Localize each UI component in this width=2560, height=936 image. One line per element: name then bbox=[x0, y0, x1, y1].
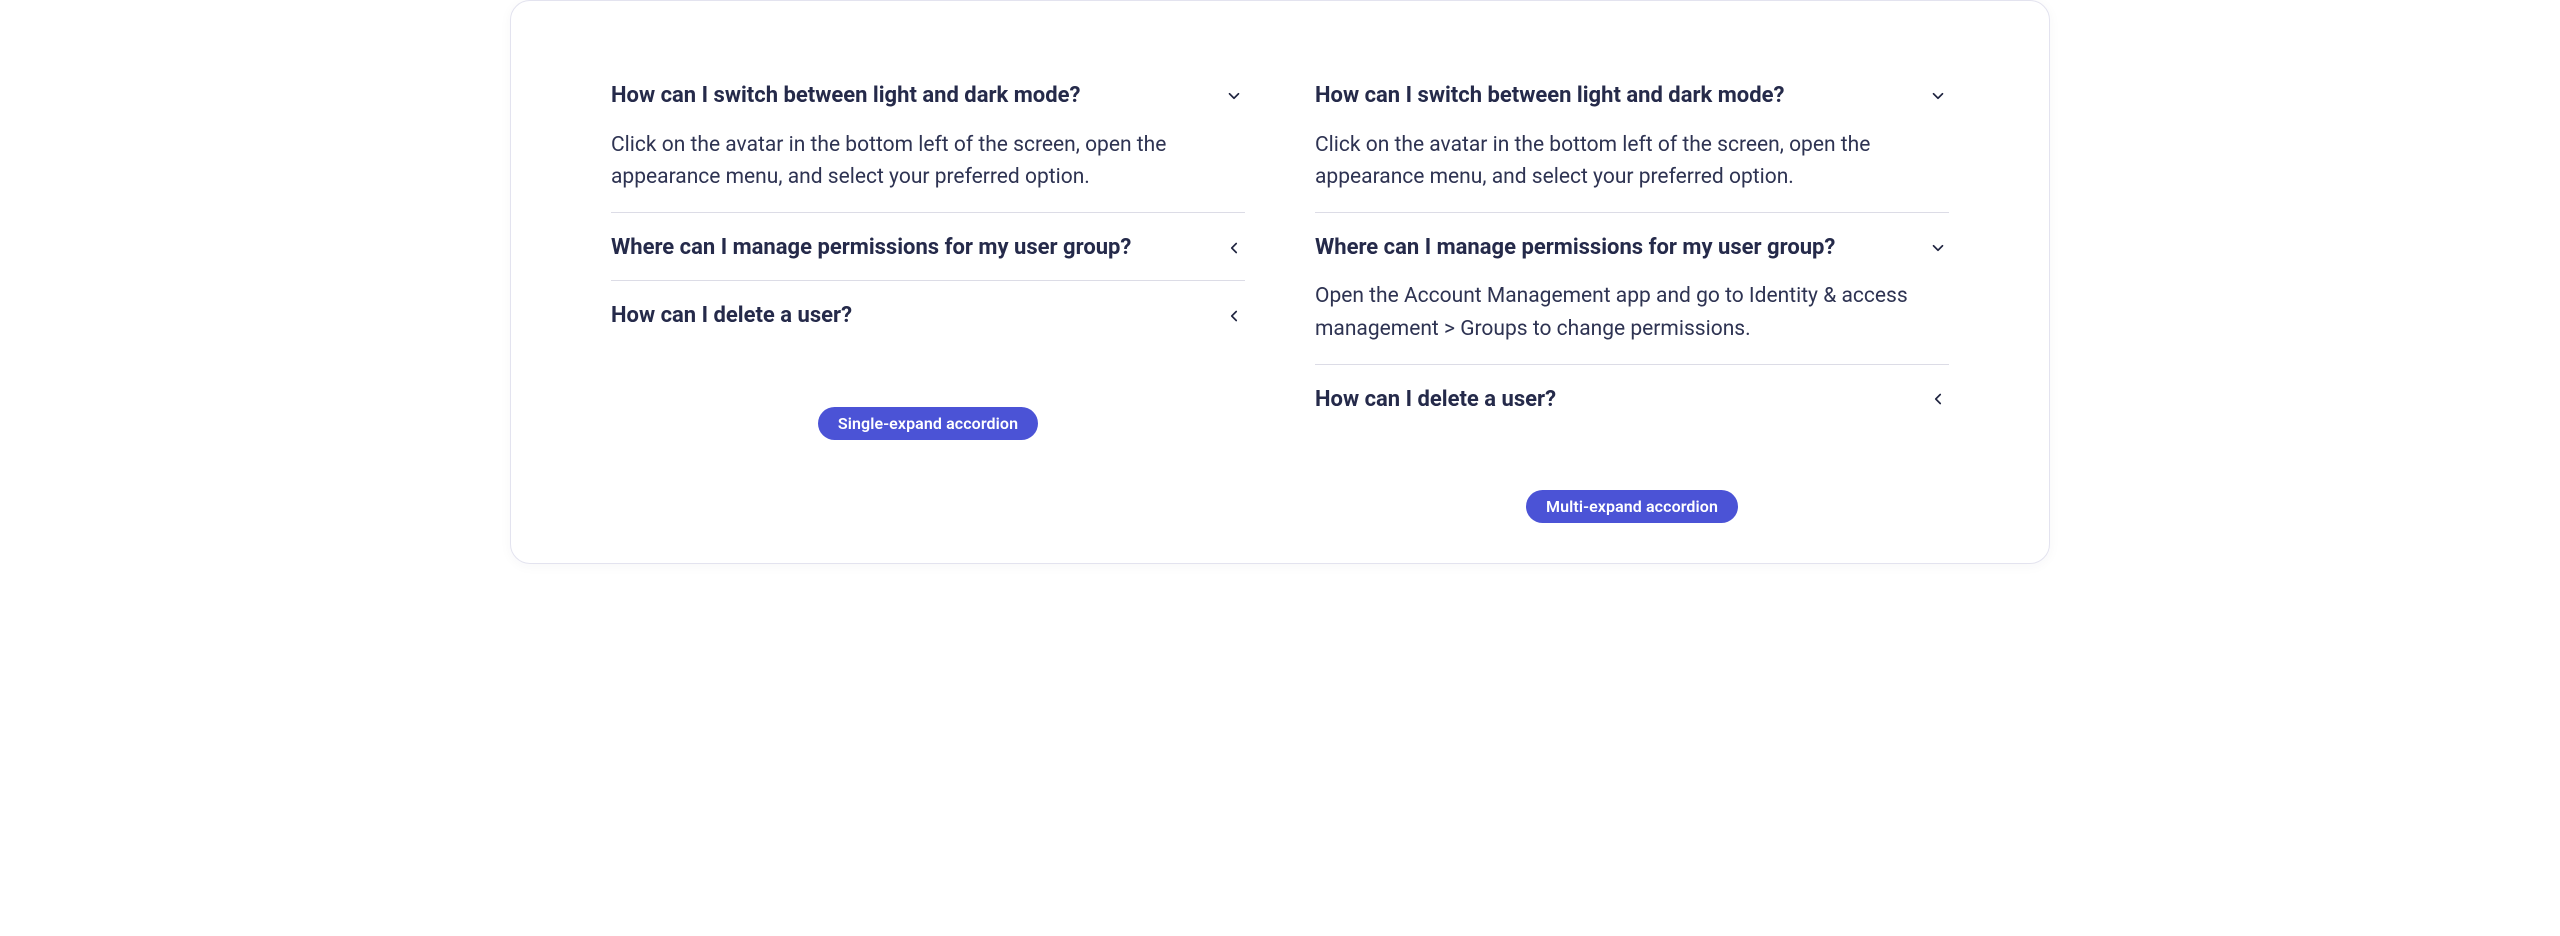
accordion-header[interactable]: How can I switch between light and dark … bbox=[1315, 81, 1949, 111]
accordion-question: Where can I manage permissions for my us… bbox=[611, 233, 1131, 263]
accordion-question: Where can I manage permissions for my us… bbox=[1315, 233, 1835, 263]
accordion-header[interactable]: Where can I manage permissions for my us… bbox=[611, 233, 1245, 263]
accordion-item: Where can I manage permissions for my us… bbox=[1315, 213, 1949, 365]
accordion-answer: Open the Account Management app and go t… bbox=[1315, 280, 1949, 345]
accordion-item: Where can I manage permissions for my us… bbox=[611, 213, 1245, 282]
chevron-down-icon bbox=[1223, 85, 1245, 107]
accordion-question: How can I switch between light and dark … bbox=[611, 81, 1080, 111]
multi-expand-accordion: How can I switch between light and dark … bbox=[1315, 61, 1949, 432]
single-expand-accordion: How can I switch between light and dark … bbox=[611, 61, 1245, 349]
chevron-left-icon bbox=[1223, 237, 1245, 259]
multi-expand-column: How can I switch between light and dark … bbox=[1315, 61, 1949, 523]
variant-badge: Single-expand accordion bbox=[818, 407, 1038, 440]
accordion-item: How can I delete a user? bbox=[1315, 365, 1949, 433]
accordion-question: How can I switch between light and dark … bbox=[1315, 81, 1784, 111]
accordion-header[interactable]: How can I switch between light and dark … bbox=[611, 81, 1245, 111]
badge-row: Multi-expand accordion bbox=[1315, 490, 1949, 523]
accordion-item: How can I switch between light and dark … bbox=[611, 61, 1245, 213]
chevron-left-icon bbox=[1223, 305, 1245, 327]
accordion-answer: Click on the avatar in the bottom left o… bbox=[1315, 129, 1949, 194]
accordion-answer: Click on the avatar in the bottom left o… bbox=[611, 129, 1245, 194]
chevron-left-icon bbox=[1927, 388, 1949, 410]
single-expand-column: How can I switch between light and dark … bbox=[611, 61, 1245, 523]
accordion-item: How can I delete a user? bbox=[611, 281, 1245, 349]
accordion-header[interactable]: How can I delete a user? bbox=[1315, 385, 1949, 415]
badge-row: Single-expand accordion bbox=[611, 407, 1245, 440]
variant-badge: Multi-expand accordion bbox=[1526, 490, 1738, 523]
demo-panel: How can I switch between light and dark … bbox=[510, 0, 2050, 564]
accordion-question: How can I delete a user? bbox=[1315, 385, 1556, 415]
chevron-down-icon bbox=[1927, 237, 1949, 259]
accordion-header[interactable]: Where can I manage permissions for my us… bbox=[1315, 233, 1949, 263]
accordion-header[interactable]: How can I delete a user? bbox=[611, 301, 1245, 331]
chevron-down-icon bbox=[1927, 85, 1949, 107]
accordion-item: How can I switch between light and dark … bbox=[1315, 61, 1949, 213]
accordion-question: How can I delete a user? bbox=[611, 301, 852, 331]
